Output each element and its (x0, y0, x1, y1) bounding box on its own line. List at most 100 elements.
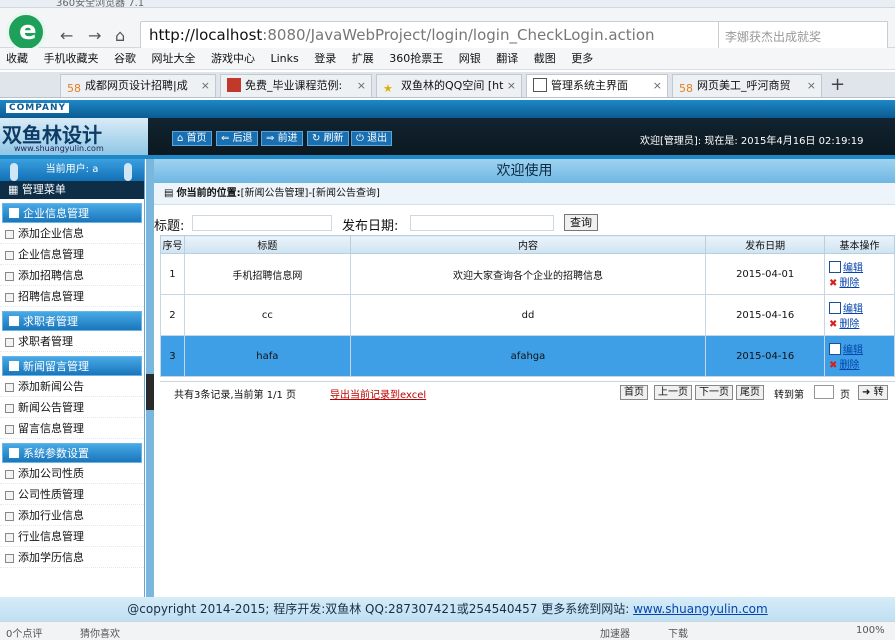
browser-logo-icon[interactable] (6, 12, 46, 52)
first-page-button[interactable]: 首页 (620, 385, 648, 400)
bookmarks-bar: 收藏 手机收藏夹 谷歌 网址大全 游戏中心 Links 登录 扩展 360抢票王… (0, 48, 895, 70)
collapse-arrow-icon[interactable] (146, 374, 154, 410)
url-input[interactable]: http://localhost:8080/JavaWebProject/log… (140, 21, 760, 49)
delete-link[interactable]: ✖ 删除 (829, 315, 894, 330)
next-page-button[interactable]: 下一页 (695, 385, 733, 400)
edit-link[interactable]: 编辑 (829, 259, 894, 274)
sidebar-group-header[interactable]: 企业信息管理 (2, 203, 142, 223)
current-user-label: 当前用户: a (45, 164, 99, 175)
sidebar-item[interactable]: 留言信息管理 (0, 418, 144, 439)
forward-arrow-icon[interactable]: → (88, 26, 101, 45)
close-icon[interactable]: × (357, 75, 366, 97)
pagination: 共有3条记录,当前第 1/1 页 导出当前记录到excel 首页 上一页 下一页… (160, 381, 895, 401)
tab-label: 成都网页设计招聘|成 (85, 79, 188, 92)
bookmark-item[interactable]: 手机收藏夹 (44, 48, 99, 69)
table-row[interactable]: 2 cc dd 2015-04-16 编辑 ✖ 删除 (160, 294, 895, 336)
query-button[interactable]: 查询 (564, 214, 598, 231)
edit-link[interactable]: 编辑 (829, 300, 894, 315)
goto-page-input[interactable] (814, 385, 834, 399)
close-icon[interactable]: × (201, 75, 210, 97)
bookmark-item[interactable]: 360抢票王 (389, 48, 443, 69)
sidebar-item[interactable]: 行业信息管理 (0, 526, 144, 547)
breadcrumb-icon: ▤ (164, 188, 177, 199)
sidebar-item[interactable]: 添加行业信息 (0, 505, 144, 526)
bookmark-item[interactable]: 谷歌 (114, 48, 136, 69)
export-excel-link[interactable]: 导出当前记录到excel (330, 386, 426, 401)
table-row[interactable]: 1 手机招聘信息网 欢迎大家查询各个企业的招聘信息 2015-04-01 编辑 … (160, 253, 895, 295)
edit-link[interactable]: 编辑 (829, 341, 894, 356)
browser-tab[interactable]: ★ 双鱼林的QQ空间 [ht × (376, 74, 522, 97)
sidebar-group-header[interactable]: 新闻留言管理 (2, 356, 142, 376)
sidebar-group: 企业信息管理 添加企业信息 企业信息管理 添加招聘信息 招聘信息管理 (0, 203, 144, 307)
browser-search-input[interactable]: 李娜获杰出成就奖 (718, 21, 888, 49)
download-status[interactable]: 下载 (668, 625, 688, 640)
title-filter-label: 标题: (154, 219, 185, 234)
back-arrow-icon[interactable]: ← (60, 26, 73, 45)
url-host: http://localhost (149, 26, 263, 44)
accelerator-status[interactable]: 加速器 (600, 625, 630, 640)
refresh-button[interactable]: ↻ 刷新 (307, 131, 349, 146)
browser-status-bar: 0个点评 猜你喜欢 加速器 下载 100% (0, 621, 895, 640)
sidebar-splitter[interactable] (146, 159, 154, 597)
forward-button-label: 前进 (277, 133, 298, 144)
browser-tab[interactable]: 58 网页美工_呼河商贸 × (672, 74, 822, 97)
new-tab-icon[interactable]: + (830, 74, 845, 95)
back-button[interactable]: ⇐ 后退 (216, 131, 258, 146)
website-link[interactable]: www.shuangyulin.com (633, 602, 768, 616)
bookmark-item[interactable]: 扩展 (352, 48, 374, 69)
prev-page-button[interactable]: 上一页 (654, 385, 692, 400)
sidebar-group-header[interactable]: 系统参数设置 (2, 443, 142, 463)
home-icon[interactable]: ⌂ (115, 26, 125, 45)
sidebar-item[interactable]: 添加企业信息 (0, 223, 144, 244)
recommend-status[interactable]: 猜你喜欢 (80, 625, 120, 640)
sidebar-item[interactable]: 新闻公告管理 (0, 397, 144, 418)
delete-link[interactable]: ✖ 删除 (829, 356, 894, 371)
group-title: 企业信息管理 (23, 207, 89, 220)
sidebar-item[interactable]: 添加公司性质 (0, 463, 144, 484)
bookmark-item[interactable]: Links (271, 48, 299, 69)
go-button[interactable]: ➜ 转 (858, 385, 888, 400)
sidebar-item[interactable]: 求职者管理 (0, 331, 144, 352)
date-filter-input[interactable] (410, 215, 554, 231)
close-icon[interactable]: × (653, 75, 662, 97)
bookmark-item[interactable]: 收藏 (6, 48, 28, 69)
star-icon: ★ (383, 82, 393, 95)
bookmark-item[interactable]: 更多 (571, 48, 593, 69)
sidebar-item[interactable]: 添加新闻公告 (0, 376, 144, 397)
browser-tab[interactable]: 58 成都网页设计招聘|成 × (60, 74, 216, 97)
browser-tab[interactable]: 免费_毕业课程范例: × (220, 74, 372, 97)
sidebar-item[interactable]: 公司性质管理 (0, 484, 144, 505)
home-button[interactable]: ⌂ 首页 (172, 131, 212, 146)
back-button-label: 后退 (232, 133, 253, 144)
comments-status[interactable]: 0个点评 (6, 625, 42, 640)
bookmark-item[interactable]: 游戏中心 (211, 48, 255, 69)
bookmark-item[interactable]: 截图 (534, 48, 556, 69)
news-table: 序号 标题 内容 发布日期 基本操作 1 手机招聘信息网 欢迎大家查询各个企业的… (160, 235, 895, 377)
brand-logo: 双鱼林设计 www.shuangyulin.com (0, 118, 148, 155)
app-header: 双鱼林设计 www.shuangyulin.com ⌂ 首页 ⇐ 后退 ⇒ 前进… (0, 118, 895, 155)
sidebar-item[interactable]: 添加招聘信息 (0, 265, 144, 286)
cell-ops: 编辑 ✖ 删除 (824, 335, 895, 377)
bookmark-item[interactable]: 登录 (314, 48, 336, 69)
bookmark-item[interactable]: 网址大全 (152, 48, 196, 69)
title-filter-input[interactable] (192, 215, 332, 231)
group-icon (9, 361, 19, 371)
logout-button[interactable]: ⏻ 退出 (351, 131, 393, 146)
sidebar-item[interactable]: 企业信息管理 (0, 244, 144, 265)
bookmark-item[interactable]: 网银 (459, 48, 481, 69)
zoom-level[interactable]: 100% (856, 625, 885, 636)
close-icon[interactable]: × (807, 75, 816, 97)
group-icon (9, 316, 19, 326)
sidebar-group-header[interactable]: 求职者管理 (2, 311, 142, 331)
last-page-button[interactable]: 尾页 (736, 385, 764, 400)
edit-label: 编辑 (843, 263, 864, 274)
table-row-selected[interactable]: 3 hafa afahga 2015-04-16 编辑 ✖ 删除 (160, 335, 895, 377)
sidebar-item[interactable]: 招聘信息管理 (0, 286, 144, 307)
bookmark-item[interactable]: 翻译 (496, 48, 518, 69)
go-button-label: 转 (873, 387, 884, 398)
forward-button[interactable]: ⇒ 前进 (261, 131, 303, 146)
close-icon[interactable]: × (507, 75, 516, 97)
sidebar-item[interactable]: 添加学历信息 (0, 547, 144, 568)
delete-link[interactable]: ✖ 删除 (829, 274, 894, 289)
browser-tab-active[interactable]: 管理系统主界面 × (526, 74, 668, 97)
